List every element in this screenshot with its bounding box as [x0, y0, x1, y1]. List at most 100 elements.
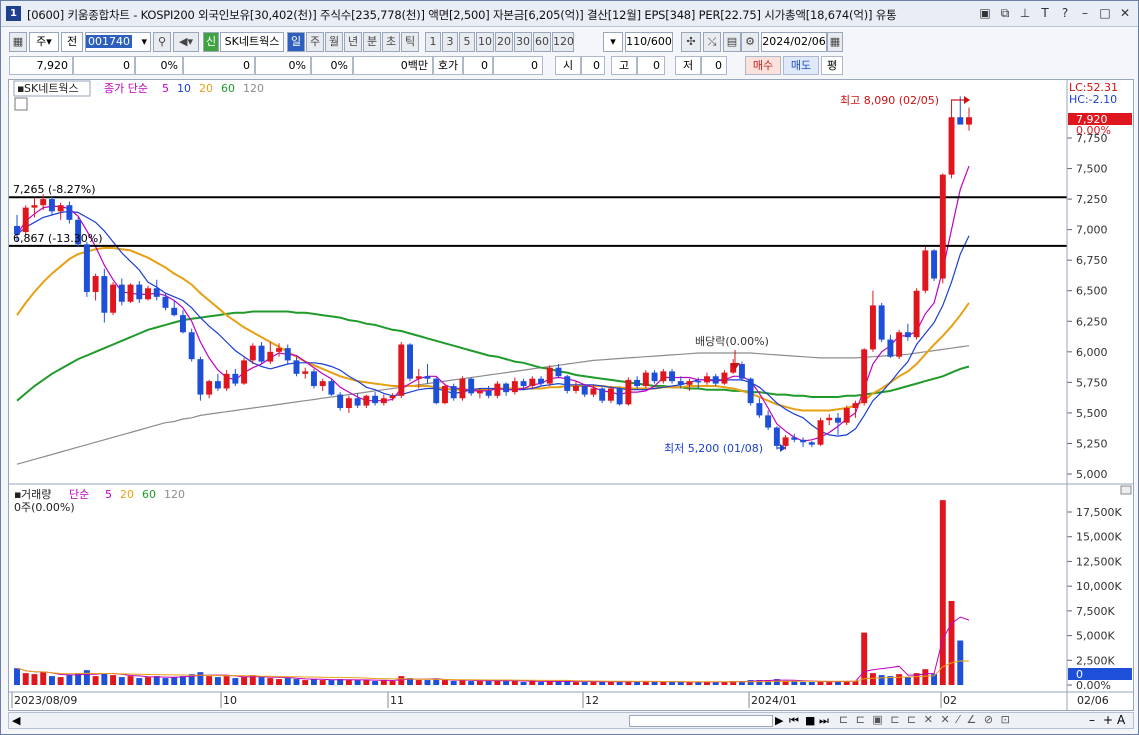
zoom-out-icon[interactable]: –: [1089, 713, 1095, 727]
table-icon[interactable]: [14, 97, 28, 111]
minute-button[interactable]: 5: [459, 32, 475, 52]
panel-collapse-icon[interactable]: [1120, 485, 1132, 495]
minimize-icon[interactable]: –: [1078, 5, 1092, 21]
first-page-icon[interactable]: ⏮: [789, 714, 799, 728]
candle: [232, 373, 239, 384]
chart-scrollbar[interactable]: ◀ ▶ ⏮ ■ ⏭ ⊏ ⊏ ▣ ⊏ ⊏ ✕ ✕ ⁄ ∠ ⊘ ⊡ – + A: [8, 712, 1134, 729]
before-button[interactable]: 전: [61, 32, 83, 52]
crosshair-icon[interactable]: ✣: [681, 32, 701, 52]
stock-code-input[interactable]: 001740 ▾: [85, 32, 151, 52]
scroll-left-icon[interactable]: ◀: [12, 714, 20, 727]
volume-bar: [660, 682, 667, 685]
candle: [931, 250, 938, 279]
save-icon[interactable]: ▤: [723, 32, 741, 52]
candle: [398, 344, 405, 396]
last-page-icon[interactable]: ⏭: [819, 714, 829, 728]
volume-bar: [948, 600, 955, 685]
candle: [887, 339, 894, 357]
restore-layout-icon[interactable]: ⧉: [998, 5, 1012, 21]
scroll-thumb[interactable]: [629, 715, 773, 727]
candle: [738, 364, 745, 379]
candle: [939, 174, 946, 279]
price-indicator-label[interactable]: 종가 단순: [104, 82, 148, 95]
quote-bar: 7,920 0 0% 0 0% 0% 0백만 호가 0 0 시 0 고 0 저 …: [1, 55, 1138, 76]
auto-scale-icon[interactable]: A: [1117, 713, 1125, 727]
volume-bar: [284, 678, 291, 685]
candle: [310, 371, 317, 387]
layout-icon[interactable]: ▣: [978, 5, 992, 21]
font-icon[interactable]: T: [1038, 5, 1052, 21]
interval-button[interactable]: 월: [325, 32, 343, 52]
minute-button[interactable]: 60: [533, 32, 551, 52]
candle: [450, 386, 457, 399]
candle: [878, 305, 885, 340]
candle: [607, 388, 614, 401]
eval-button[interactable]: 평: [821, 56, 843, 75]
gear-icon[interactable]: ⚙: [741, 32, 759, 52]
maximize-icon[interactable]: □: [1098, 5, 1112, 21]
scroll-right-icon[interactable]: ▶: [775, 714, 783, 727]
volume-y-tick-label: 17,500K: [1076, 506, 1122, 519]
stop-icon[interactable]: ■: [805, 714, 815, 727]
minute-button[interactable]: 120: [552, 32, 574, 52]
candle: [197, 359, 204, 395]
candle: [468, 378, 475, 394]
volume-bar: [476, 681, 483, 685]
volume-indicator-label[interactable]: 단순: [69, 488, 89, 501]
interval-button[interactable]: 년: [344, 32, 362, 52]
chart-area[interactable]: 7,750 7,500 7,250 7,000 6,750 6,500 6,250 6,000…: [8, 79, 1134, 711]
minute-button[interactable]: 10: [476, 32, 494, 52]
hc-label: HC:-2.10: [1069, 93, 1117, 106]
period-select[interactable]: 주▾: [29, 32, 59, 52]
volume-bar: [83, 670, 90, 685]
speaker-icon[interactable]: ◀▾: [173, 32, 199, 52]
candle: [441, 386, 448, 404]
volume-last-tag-text: 0: [1076, 668, 1083, 681]
volume-bar: [40, 672, 47, 685]
candle: [546, 367, 553, 384]
count-input[interactable]: 110/600: [625, 32, 673, 52]
period-select-label: 주: [36, 35, 47, 48]
volume-bar: [14, 668, 20, 685]
volume-bar: [136, 678, 143, 685]
ma-legend-item: 120: [243, 82, 264, 95]
candle: [835, 417, 841, 423]
volume-bar: [319, 680, 326, 685]
pin-icon[interactable]: ⊥: [1018, 5, 1032, 21]
candle: [922, 250, 929, 291]
interval-button[interactable]: 틱: [401, 32, 419, 52]
minute-button[interactable]: 1: [425, 32, 441, 52]
candle: [328, 381, 335, 395]
search-icon[interactable]: ⚲: [153, 32, 171, 52]
interval-button[interactable]: 초: [382, 32, 400, 52]
zoom-in-icon[interactable]: +: [1103, 713, 1113, 727]
close-icon[interactable]: ✕: [1118, 5, 1132, 21]
minute-button[interactable]: 3: [442, 32, 458, 52]
candle: [380, 398, 387, 404]
candle: [695, 381, 702, 383]
stock-name-field[interactable]: SK네트웍스: [220, 32, 284, 52]
minute-button[interactable]: 20: [495, 32, 513, 52]
drawing-tools-icon[interactable]: ⊏ ⊏ ▣ ⊏ ⊏ ✕ ✕ ⁄ ∠ ⊘ ⊡: [839, 713, 1012, 726]
grid-icon[interactable]: ▦: [9, 32, 27, 52]
help-icon[interactable]: ?: [1058, 5, 1072, 21]
candle: [538, 378, 545, 384]
interval-button[interactable]: 분: [363, 32, 381, 52]
date-input[interactable]: 2024/02/06: [761, 32, 827, 52]
volume-bar: [869, 673, 876, 685]
trend-icon[interactable]: ⤯: [703, 32, 721, 52]
volume-bar: [258, 677, 265, 685]
sell-button[interactable]: 매도: [783, 56, 819, 75]
minute-button[interactable]: 30: [514, 32, 532, 52]
low-note: 최저 5,200 (01/08): [664, 442, 763, 455]
minute-dropdown[interactable]: ▾: [603, 32, 623, 52]
interval-button[interactable]: 일: [287, 32, 305, 52]
y-tick-label: 7,500: [1076, 163, 1108, 176]
new-badge[interactable]: 신: [203, 32, 219, 52]
buy-button[interactable]: 매수: [745, 56, 781, 75]
candle: [773, 427, 780, 446]
volume-label[interactable]: 거래량: [21, 488, 51, 501]
calendar-icon[interactable]: ▦: [827, 32, 843, 52]
candle: [424, 376, 431, 379]
interval-button[interactable]: 주: [306, 32, 324, 52]
